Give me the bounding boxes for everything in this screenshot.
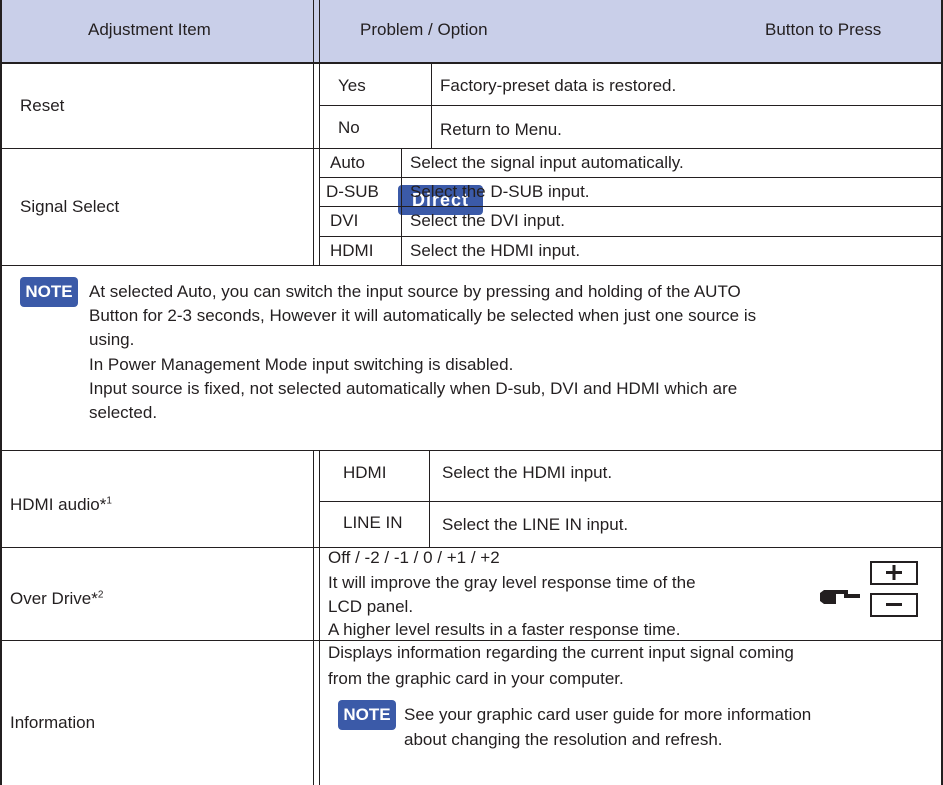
cell-rule [319, 501, 943, 502]
note-line: using. [89, 330, 135, 349]
note-line: Input source is fixed, not selected auto… [89, 379, 738, 398]
cell-divider [429, 451, 430, 547]
over-drive-line: Off / -2 / -1 / 0 / +1 / +2 [328, 548, 500, 567]
information-line: from the graphic card in your computer. [328, 669, 624, 688]
over-drive-line: A higher level results in a faster respo… [328, 620, 681, 639]
hdmi-audio-desc: Select the HDMI input. [442, 463, 613, 482]
plus-button-icon [870, 561, 918, 585]
reset-yes-desc: Factory-preset data is restored. [440, 76, 677, 95]
information-line: Displays information regarding the curre… [328, 643, 794, 662]
note-line: Button for 2-3 seconds, However it will … [89, 306, 757, 325]
cell-rule [319, 236, 943, 237]
note-line: In Power Management Mode input switching… [89, 355, 514, 374]
row-rule [0, 640, 943, 641]
signal-option: HDMI [330, 241, 374, 260]
signal-option: Auto [330, 153, 365, 172]
signal-desc: Select the DVI input. [410, 211, 565, 230]
header-rule [0, 62, 943, 64]
signal-option: DVI [330, 211, 359, 230]
column-separator [319, 0, 320, 265]
footnote-marker: 2 [97, 589, 104, 601]
over-drive-line: LCD panel. [328, 597, 414, 616]
linein-option: LINE IN [343, 513, 403, 532]
note-badge: NOTE [20, 277, 78, 307]
header-adjustment-item: Adjustment Item [88, 20, 211, 39]
left-border [0, 0, 2, 785]
reset-yes-option: Yes [338, 76, 366, 95]
note-line: At selected Auto, you can switch the inp… [89, 282, 741, 301]
row-rule [0, 265, 943, 266]
information-note-line: See your graphic card user guide for mor… [404, 705, 812, 724]
header-button-to-press: Button to Press [765, 20, 882, 39]
row-rule [0, 148, 943, 149]
footnote-marker: 1 [106, 495, 112, 507]
signal-desc: Select the HDMI input. [410, 241, 581, 260]
item-hdmi-audio: HDMI audio*1 [10, 495, 112, 514]
cell-rule [319, 105, 943, 106]
reset-no-desc: Return to Menu. [440, 120, 562, 139]
row-rule [0, 450, 943, 451]
signal-desc: Select the D-SUB input. [410, 182, 590, 201]
item-information: Information [10, 713, 96, 732]
minus-button-icon [870, 593, 918, 617]
column-separator [313, 0, 314, 265]
note-line: selected. [89, 403, 158, 422]
manual-page: { "header": { "col1": "Adjustment Item",… [0, 0, 943, 785]
item-over-drive: Over Drive*2 [10, 589, 104, 608]
hdmi-audio-option: HDMI [343, 463, 387, 482]
cell-rule [319, 206, 943, 207]
over-drive-line: It will improve the gray level response … [328, 573, 696, 592]
cell-divider [431, 64, 432, 148]
linein-desc: Select the LINE IN input. [442, 515, 629, 534]
pointing-hand-icon [820, 590, 860, 604]
information-note-line: about changing the resolution and refres… [404, 730, 723, 749]
column-separator [313, 450, 314, 785]
header-problem-option: Problem / Option [360, 20, 488, 39]
signal-option: D-SUB [326, 182, 379, 201]
reset-no-option: No [338, 118, 360, 137]
cell-rule [319, 177, 943, 178]
signal-desc: Select the signal input automatically. [410, 153, 684, 172]
information-note-badge: NOTE [338, 700, 396, 730]
item-reset: Reset [20, 96, 65, 115]
item-signal-select: Signal Select [20, 197, 120, 216]
